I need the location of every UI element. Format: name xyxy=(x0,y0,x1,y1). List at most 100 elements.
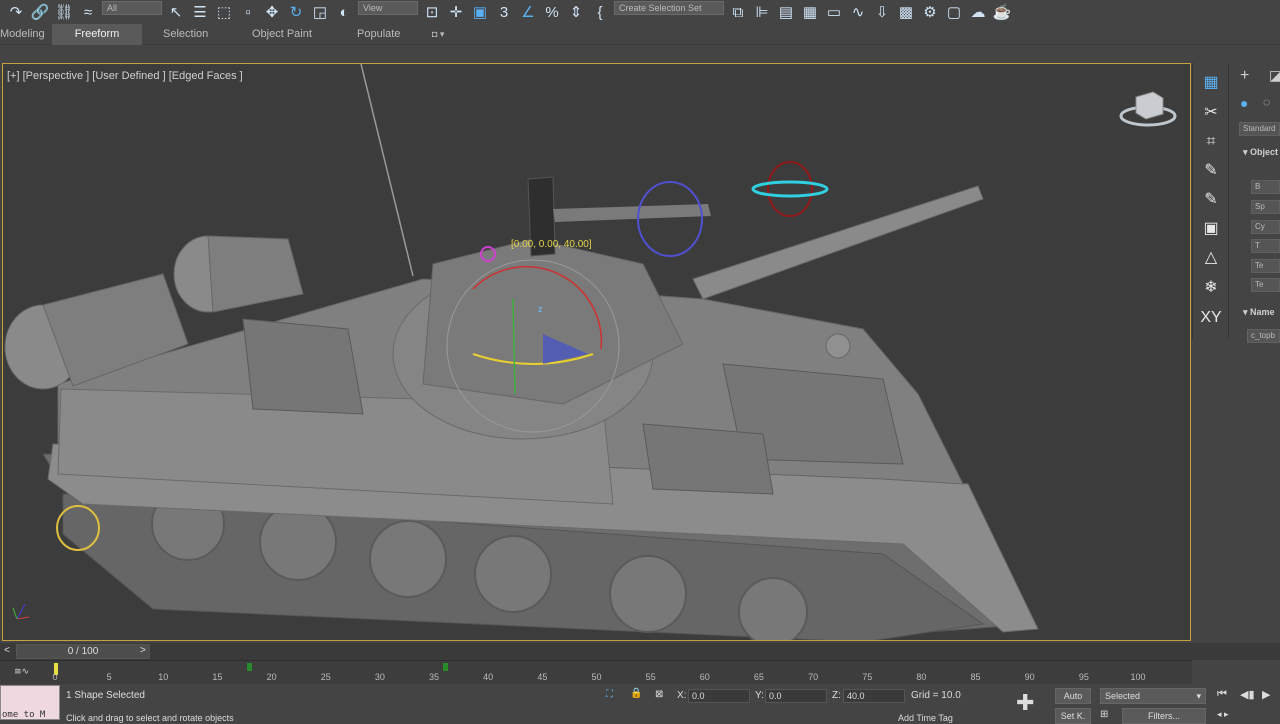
mg-barrel[interactable] xyxy=(553,204,711,222)
tab-modeling[interactable]: Modeling xyxy=(0,24,60,45)
edit-named-selection-icon[interactable]: { xyxy=(590,2,610,22)
key-filters-icon[interactable]: ⊞ xyxy=(1100,709,1108,720)
shapes-icon[interactable]: ◌ xyxy=(1263,95,1270,109)
material-editor-icon[interactable]: ▩ xyxy=(896,2,916,22)
absolute-mode-icon[interactable]: ⊠ xyxy=(655,689,663,700)
place-icon[interactable]: ◐ xyxy=(334,2,354,22)
track-bar[interactable]: ≅∿ 0 5 10 15 20 25 30 35 40 45 50 55 60 65 70 75 80 85 90 9… xyxy=(0,660,1192,684)
layer-explorer-icon[interactable]: ▤ xyxy=(776,2,796,22)
edit-icon[interactable]: ✎ xyxy=(1199,159,1223,183)
x-coordinate-field[interactable]: 0.0 xyxy=(688,689,750,703)
ribbon: Modeling Freeform Selection Object Paint… xyxy=(0,24,1280,45)
maxscript-listener[interactable]: ome to M xyxy=(0,685,60,720)
render-setup-icon[interactable]: ⚙ xyxy=(920,2,940,22)
cylinder-button[interactable]: Cy xyxy=(1251,220,1280,234)
ribbon-toggle-icon[interactable]: ▭ xyxy=(824,2,844,22)
previous-frame-icon[interactable]: ◀▮ xyxy=(1240,688,1255,701)
tank-model[interactable]: z xyxy=(3,64,1191,641)
schematic-view-icon[interactable]: ⇩ xyxy=(872,2,892,22)
modify-tab-icon[interactable]: ◪ xyxy=(1269,67,1280,84)
ribbon-options-icon[interactable]: ◘ ▾ xyxy=(432,24,462,45)
text-button[interactable]: Te xyxy=(1251,278,1280,292)
create-icon[interactable]: ▦ xyxy=(1199,71,1223,95)
x-label: X: xyxy=(677,690,687,701)
select-manipulate-icon[interactable]: ✛ xyxy=(446,2,466,22)
geometry-icon[interactable]: ● xyxy=(1240,95,1248,111)
auto-key-button[interactable]: Auto xyxy=(1055,688,1091,704)
time-nav-arrows-icon[interactable]: ◂ ▸ xyxy=(1217,709,1229,720)
object-type-rollout[interactable]: ▾ Object xyxy=(1243,147,1278,158)
helper-circle-blue[interactable] xyxy=(637,181,703,257)
tab-selection[interactable]: Selection xyxy=(163,24,233,45)
filters-button[interactable]: Filters... xyxy=(1122,708,1206,724)
redo-icon[interactable]: ↷ xyxy=(6,2,26,22)
helper-ring-cyan[interactable] xyxy=(751,180,829,198)
time-next-arrow[interactable]: > xyxy=(140,645,146,656)
set-key-icon[interactable]: ✚ xyxy=(1016,690,1034,716)
prompt-line: Click and drag to select and rotate obje… xyxy=(66,713,234,723)
unlink-icon[interactable]: ⛓ xyxy=(54,2,74,22)
tab-populate[interactable]: Populate xyxy=(357,24,417,45)
add-time-tag[interactable]: Add Time Tag xyxy=(898,713,953,723)
toggle-scene-explorer-icon[interactable]: ▦ xyxy=(800,2,820,22)
window-crossing-icon[interactable]: ▫ xyxy=(238,2,258,22)
select-move-icon[interactable]: ✥ xyxy=(262,2,282,22)
bind-space-warp-icon[interactable]: ≈ xyxy=(78,2,98,22)
selection-lock-icon[interactable]: 🔒 xyxy=(630,688,642,699)
named-selection-dropdown[interactable]: Create Selection Set xyxy=(614,1,724,15)
bone-tools-icon[interactable]: ✂ xyxy=(1199,101,1223,125)
layer-icon[interactable]: ▣ xyxy=(1199,217,1223,241)
y-coordinate-field[interactable]: 0.0 xyxy=(765,689,827,703)
pin-icon[interactable]: △ xyxy=(1199,246,1223,270)
spinner-snap-icon[interactable]: ⇕ xyxy=(566,2,586,22)
helper-circle-red[interactable] xyxy=(767,161,813,217)
time-slider[interactable]: 0 / 100 xyxy=(16,644,150,659)
set-key-button[interactable]: Set K. xyxy=(1055,708,1091,724)
track-tick-label: 90 xyxy=(1024,672,1035,682)
select-rotate-icon[interactable]: ↻ xyxy=(286,2,306,22)
go-to-start-icon[interactable]: ⏮ xyxy=(1217,688,1227,701)
sphere-button[interactable]: Sp xyxy=(1251,200,1280,214)
key-mode-dropdown[interactable]: Selected ▾ xyxy=(1100,688,1206,704)
snowflake-icon[interactable]: ❄ xyxy=(1199,276,1223,300)
play-icon[interactable]: ▶ xyxy=(1262,688,1270,701)
tab-object-paint[interactable]: Object Paint xyxy=(252,24,332,45)
rendered-frame-icon[interactable]: ▢ xyxy=(944,2,964,22)
box-button[interactable]: B xyxy=(1251,180,1280,194)
curve-editor-icon[interactable]: ∿ xyxy=(848,2,868,22)
angle-snap-icon[interactable]: ∠ xyxy=(518,2,538,22)
keyboard-shortcut-icon[interactable]: ▣ xyxy=(470,2,490,22)
render-production-icon[interactable]: ☁ xyxy=(968,2,988,22)
percent-snap-icon[interactable]: % xyxy=(542,2,562,22)
select-by-name-icon[interactable]: ☰ xyxy=(190,2,210,22)
link-icon[interactable]: 🔗 xyxy=(30,2,50,22)
viewcube[interactable] xyxy=(1119,91,1177,127)
align-icon[interactable]: ⊫ xyxy=(752,2,772,22)
perspective-viewport[interactable]: [+] [Perspective ] [User Defined ] [Edge… xyxy=(2,63,1191,641)
select-object-icon[interactable]: ↖ xyxy=(166,2,186,22)
torus-button[interactable]: T xyxy=(1251,239,1280,253)
gun-barrel[interactable] xyxy=(692,185,984,300)
xy-icon[interactable]: XY xyxy=(1199,306,1223,330)
rectangular-selection-icon[interactable]: ⬚ xyxy=(214,2,234,22)
isolate-selection-icon[interactable]: ⛶ xyxy=(606,689,613,700)
teapot-button[interactable]: Te xyxy=(1251,259,1280,273)
draw-icon[interactable]: ✎ xyxy=(1199,188,1223,212)
z-coordinate-field[interactable]: 40.0 xyxy=(843,689,905,703)
track-tick-label: 60 xyxy=(699,672,710,682)
create-tab-icon[interactable]: + xyxy=(1240,67,1249,85)
mirror-icon[interactable]: ⧉ xyxy=(728,2,748,22)
render-iterative-icon[interactable]: ☕ xyxy=(992,2,1012,22)
curve-icon[interactable]: ≅∿ xyxy=(14,666,29,677)
pivot-center-icon[interactable]: ⊡ xyxy=(422,2,442,22)
time-prev-arrow[interactable]: < xyxy=(4,645,10,656)
object-name-field[interactable]: c_topb xyxy=(1247,329,1280,343)
primitive-type-dropdown[interactable]: Standard xyxy=(1239,122,1280,136)
name-rollout[interactable]: ▾ Name xyxy=(1243,307,1275,318)
selection-filter-dropdown[interactable]: All xyxy=(102,1,162,15)
crop-icon[interactable]: ⌗ xyxy=(1199,130,1223,154)
tab-freeform[interactable]: Freeform xyxy=(52,24,142,45)
select-scale-icon[interactable]: ◲ xyxy=(310,2,330,22)
snap-toggle-icon[interactable]: 3 xyxy=(494,2,514,22)
reference-coordinate-dropdown[interactable]: View xyxy=(358,1,418,15)
